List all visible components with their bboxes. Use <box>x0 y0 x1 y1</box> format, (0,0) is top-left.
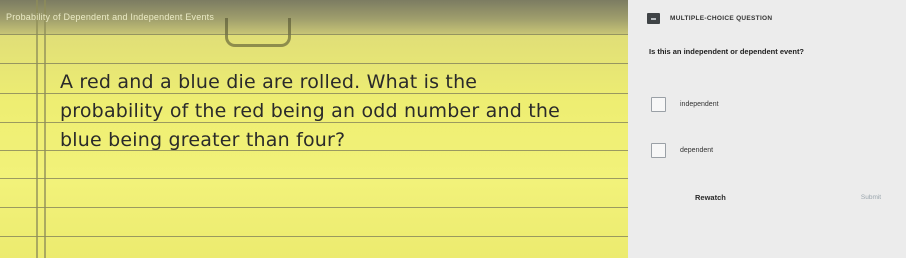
multiple-choice-icon <box>647 13 660 24</box>
question-panel: MULTIPLE-CHOICE QUESTION Is this an inde… <box>628 0 906 258</box>
video-frame: Probability of Dependent and Independent… <box>0 0 628 258</box>
notebook-rule <box>0 63 628 64</box>
notebook-margin-line <box>36 0 38 258</box>
question-type-header: MULTIPLE-CHOICE QUESTION <box>647 13 772 24</box>
notebook-rule <box>0 207 628 208</box>
submit-button[interactable]: Submit <box>848 190 894 204</box>
choice-checkbox[interactable] <box>651 97 666 112</box>
notebook-margin-line <box>44 0 46 258</box>
rewatch-button[interactable]: Rewatch <box>695 193 726 202</box>
problem-line: blue being greater than four? <box>60 129 346 151</box>
question-type-label: MULTIPLE-CHOICE QUESTION <box>670 15 773 22</box>
choice-label: independent <box>680 101 719 108</box>
choice-label: dependent <box>680 147 714 154</box>
choice-independent[interactable]: independent <box>651 97 719 112</box>
video-title: Probability of Dependent and Independent… <box>6 12 215 22</box>
handwritten-problem: A red and a blue die are rolled. What is… <box>60 68 620 155</box>
problem-line: probability of the red being an odd numb… <box>60 100 561 122</box>
problem-line: A red and a blue die are rolled. What is… <box>60 71 478 93</box>
question-text: Is this an independent or dependent even… <box>649 47 805 56</box>
notebook-rule <box>0 178 628 179</box>
notebook-rule <box>0 34 628 35</box>
choice-checkbox[interactable] <box>651 143 666 158</box>
choice-dependent[interactable]: dependent <box>651 143 713 158</box>
notebook-rule <box>0 236 628 237</box>
video-scribble <box>225 18 291 47</box>
